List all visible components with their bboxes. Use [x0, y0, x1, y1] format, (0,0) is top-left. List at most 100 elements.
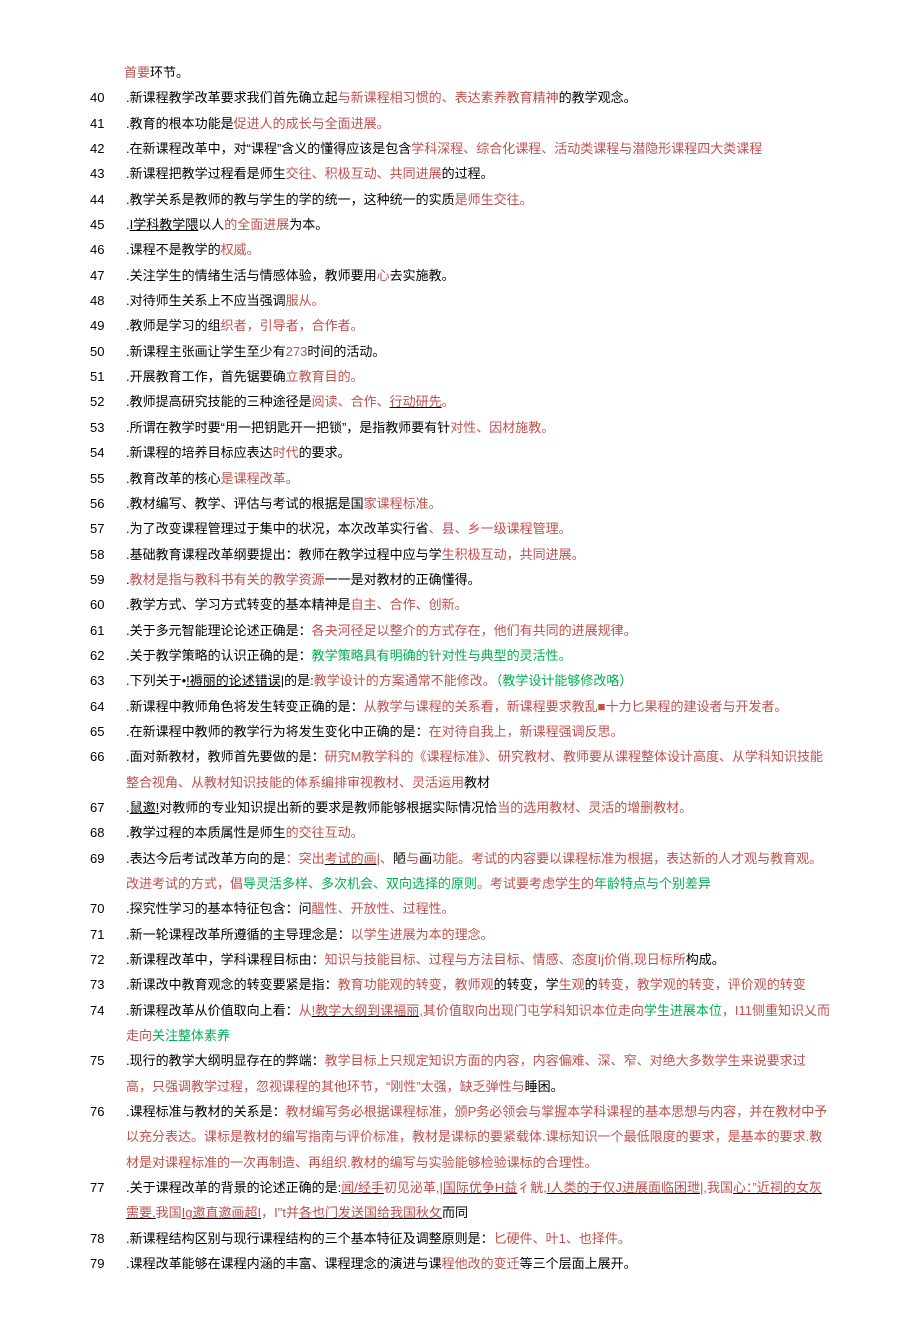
list-item: 61 .关于多元智能理论论述正确是：各夬河径足以整介的方式存在，他们有共同的进展规… — [90, 618, 830, 643]
text-segment: 时代 — [273, 445, 299, 460]
text-segment: 醞性、开放性、过程性。 — [312, 901, 455, 916]
item-number: 51 — [90, 364, 118, 389]
text-segment: .教育改革的核心 — [126, 471, 221, 486]
text-segment: 教育功能观的转变，教师观 — [338, 977, 494, 992]
list-item: 56.教材编写、教学、评估与考试的根据是国家课程标准。 — [90, 491, 830, 516]
list-item: 54.新课程的培养目标应表达时代的要求。 — [90, 440, 830, 465]
text-segment: （教学设计能够修改咯） — [496, 673, 633, 688]
text-segment: .课程标准与教材的关系是： — [126, 1104, 286, 1119]
item-number: 46 — [90, 237, 118, 262]
list-item: 75.现行的教学大纲明显存在的弊端：教学目标上只规定知识方面的内容，内容偏难、深… — [90, 1048, 830, 1099]
text-segment: 陋 — [393, 851, 406, 866]
item-content: .教材编写、教学、评估与考试的根据是国家课程标准。 — [126, 491, 830, 516]
text-segment: 在对待自我上，新课程强调反思。 — [429, 724, 624, 739]
item-content: .教师提高研究技能的三种途径是阅读、合作、行动研先。 — [126, 389, 830, 414]
item-number: 40 — [90, 85, 118, 110]
text-segment: .关注学生的情绪生活与情感体验，教师要用 — [126, 268, 377, 283]
item-number: 44 — [90, 187, 118, 212]
text-segment: 为本。 — [289, 217, 328, 232]
text-segment: .基础教育课程改革纲要提出：教师在教学过程中应与学 — [126, 547, 442, 562]
item-content: .课程标准与教材的关系是：教材编写务必根据课程标准，颁P务必领会与掌握本学科课程… — [126, 1099, 830, 1175]
list-item: 79.课程改革能够在课程内涵的丰富、课程理念的演进与课程他改的变迁等三个层面上展… — [90, 1251, 830, 1276]
text-segment: 的教学观念。 — [559, 90, 637, 105]
text-segment: .关于教学策略的认识正确的是： — [126, 648, 312, 663]
item-number: 67 — [90, 795, 118, 820]
text-segment: 立教育目的。 — [286, 369, 364, 384]
text-segment: 首要 — [124, 65, 150, 80]
list-item: 78.新课程结构区别与现行课程结构的三个基本特征及调整原则是：匕硬件、叶1、也择… — [90, 1226, 830, 1251]
item-number: 62 — [90, 643, 118, 668]
list-item: 72.新课程改革中，学科课程目标由：知识与技能目标、过程与方法目标、情感、态度I… — [90, 947, 830, 972]
item-number: 61 — [90, 618, 118, 643]
item-number: 48 — [90, 288, 118, 313]
text-segment: 是课程改革。 — [221, 471, 299, 486]
text-segment: .新课程改革中，学科课程目标由： — [126, 952, 325, 967]
item-number: 55 — [90, 466, 118, 491]
text-segment: 自主、合作、创新。 — [351, 597, 468, 612]
text-segment: 与 — [406, 851, 419, 866]
list-item: 71.新一轮课程改革所遵循的主导理念是：以学生进展为本的理念。 — [90, 922, 830, 947]
text-segment: 、县、乡一级课程管理。 — [429, 521, 572, 536]
item-number: 79 — [90, 1251, 118, 1276]
text-segment: 鼠邀! — [130, 800, 160, 815]
item-content: .关注学生的情绪生活与情感体验，教师要用心去实施教。 — [126, 263, 830, 288]
text-segment: 关注整体素养 — [152, 1028, 230, 1043]
text-segment: 教材 — [464, 775, 490, 790]
text-segment: 构成。 — [686, 952, 725, 967]
item-number: 50 — [90, 339, 118, 364]
text-segment: 的是: — [284, 673, 314, 688]
text-segment: 教学策略具有明确的针对性与典型的灵活性。 — [312, 648, 572, 663]
text-segment: 功能。考试的内容要以课程标准为根据，表达新的人才观与教育观 — [432, 851, 809, 866]
text-segment: .新一轮课程改革所遵循的主导理念是： — [126, 927, 351, 942]
item-number: 63 — [90, 668, 118, 693]
text-segment: .教学方式、学习方式转变的基本精神是 — [126, 597, 351, 612]
text-segment: 画 — [419, 851, 432, 866]
text-segment: 。 — [442, 394, 455, 409]
text-segment: 交往、积极互动、共同进展 — [286, 166, 442, 181]
text-segment: 其价值取向出现门屯学科知识本位走向 — [423, 1003, 644, 1018]
text-segment: 是师生交往。 — [455, 192, 533, 207]
text-segment: 知识与技能目标、过程与方法目标、情感、态度Ij价俏,现日标所 — [325, 952, 686, 967]
text-segment: 年龄特点与个别差异 — [594, 876, 711, 891]
text-segment: 程他改的变迁 — [442, 1256, 520, 1271]
text-segment: .新课改中教育观念的转变要紧是指： — [126, 977, 338, 992]
text-segment: .在新课程改革中，对“课程”含义的懂得应该是包含 — [126, 141, 411, 156]
item-number: 78 — [90, 1226, 118, 1251]
list-item: 59.教材是指与教科书有关的教学资源一一是对教材的正确懂得。 — [90, 567, 830, 592]
text-segment: I学科教学隈 — [130, 217, 199, 232]
list-item: 63.下列关于•!褥丽的论述错误|的是:教学设计的方案通常不能修改。（教学设计能… — [90, 668, 830, 693]
text-segment: 家课程标准。 — [364, 496, 442, 511]
list-item: 47.关注学生的情绪生活与情感体验，教师要用心去实施教。 — [90, 263, 830, 288]
list-item: 70.探究性学习的基本特征包含：问醞性、开放性、过程性。 — [90, 896, 830, 921]
text-segment: 服从。 — [286, 293, 325, 308]
list-item: 53.所谓在教学时要“用一把钥匙开一把锁”，是指教师要有针对性、因材施教。 — [90, 415, 830, 440]
item-content: .新一轮课程改革所遵循的主导理念是：以学生进展为本的理念。 — [126, 922, 830, 947]
list-item: 69.表达今后考试改革方向的是：突出考试的画|、陋与画功能。考试的内容要以课程标… — [90, 846, 830, 897]
text-segment: 促进人的成长与全面进展。 — [234, 116, 390, 131]
item-content: .新课程把教学过程看是师生交往、积极互动、共同进展的过程。 — [126, 161, 830, 186]
item-content: .关于多元智能理论论述正确是：各夬河径足以整介的方式存在，他们有共同的进展规律。 — [126, 618, 830, 643]
item-content: .开展教育工作，首先锯要确立教育目的。 — [126, 364, 830, 389]
text-segment: .关于课程改革的背景的论述正确的是: — [126, 1180, 341, 1195]
text-segment: 学科深程、综合化课程、活动类课程与潜隐形课程四大类课程 — [411, 141, 762, 156]
item-number: 66 — [90, 744, 118, 769]
text-segment: ：突出 — [286, 851, 325, 866]
text-segment: 时间的活动。 — [307, 344, 385, 359]
list-item: 42.在新课程改革中，对“课程”含义的懂得应该是包含学科深程、综合化课程、活动类… — [90, 136, 830, 161]
text-segment: 而同 — [442, 1205, 468, 1220]
text-segment: .表达今后考试改革方向的是 — [126, 851, 286, 866]
text-segment: 各夬河径足以整介的方式存在，他们有共同的进展规律。 — [312, 623, 637, 638]
text-segment: !教学大纲到课褔丽, — [312, 1003, 423, 1018]
item-list: 40.新课程教学改革要求我们首先确立起与新课程相习惯的、表达素养教育精神的教学观… — [90, 85, 830, 1276]
list-item: 73.新课改中教育观念的转变要紧是指：教育功能观的转变，教师观的转变，学生观的转… — [90, 972, 830, 997]
text-segment: 273 — [286, 344, 308, 359]
text-segment: 等三个层面上展开。 — [520, 1256, 637, 1271]
item-number: 60 — [90, 592, 118, 617]
text-segment: 。考试要考虑学生的 — [477, 876, 594, 891]
text-segment: 的要求。 — [299, 445, 351, 460]
text-segment: 当的选用教材、灵活的增删教材。 — [497, 800, 692, 815]
text-segment: 环节。 — [150, 65, 189, 80]
pre-line: 首要环节。 — [90, 60, 830, 85]
text-segment: .教师提高研究技能的三种途径是 — [126, 394, 312, 409]
text-segment: 生观 — [559, 977, 585, 992]
